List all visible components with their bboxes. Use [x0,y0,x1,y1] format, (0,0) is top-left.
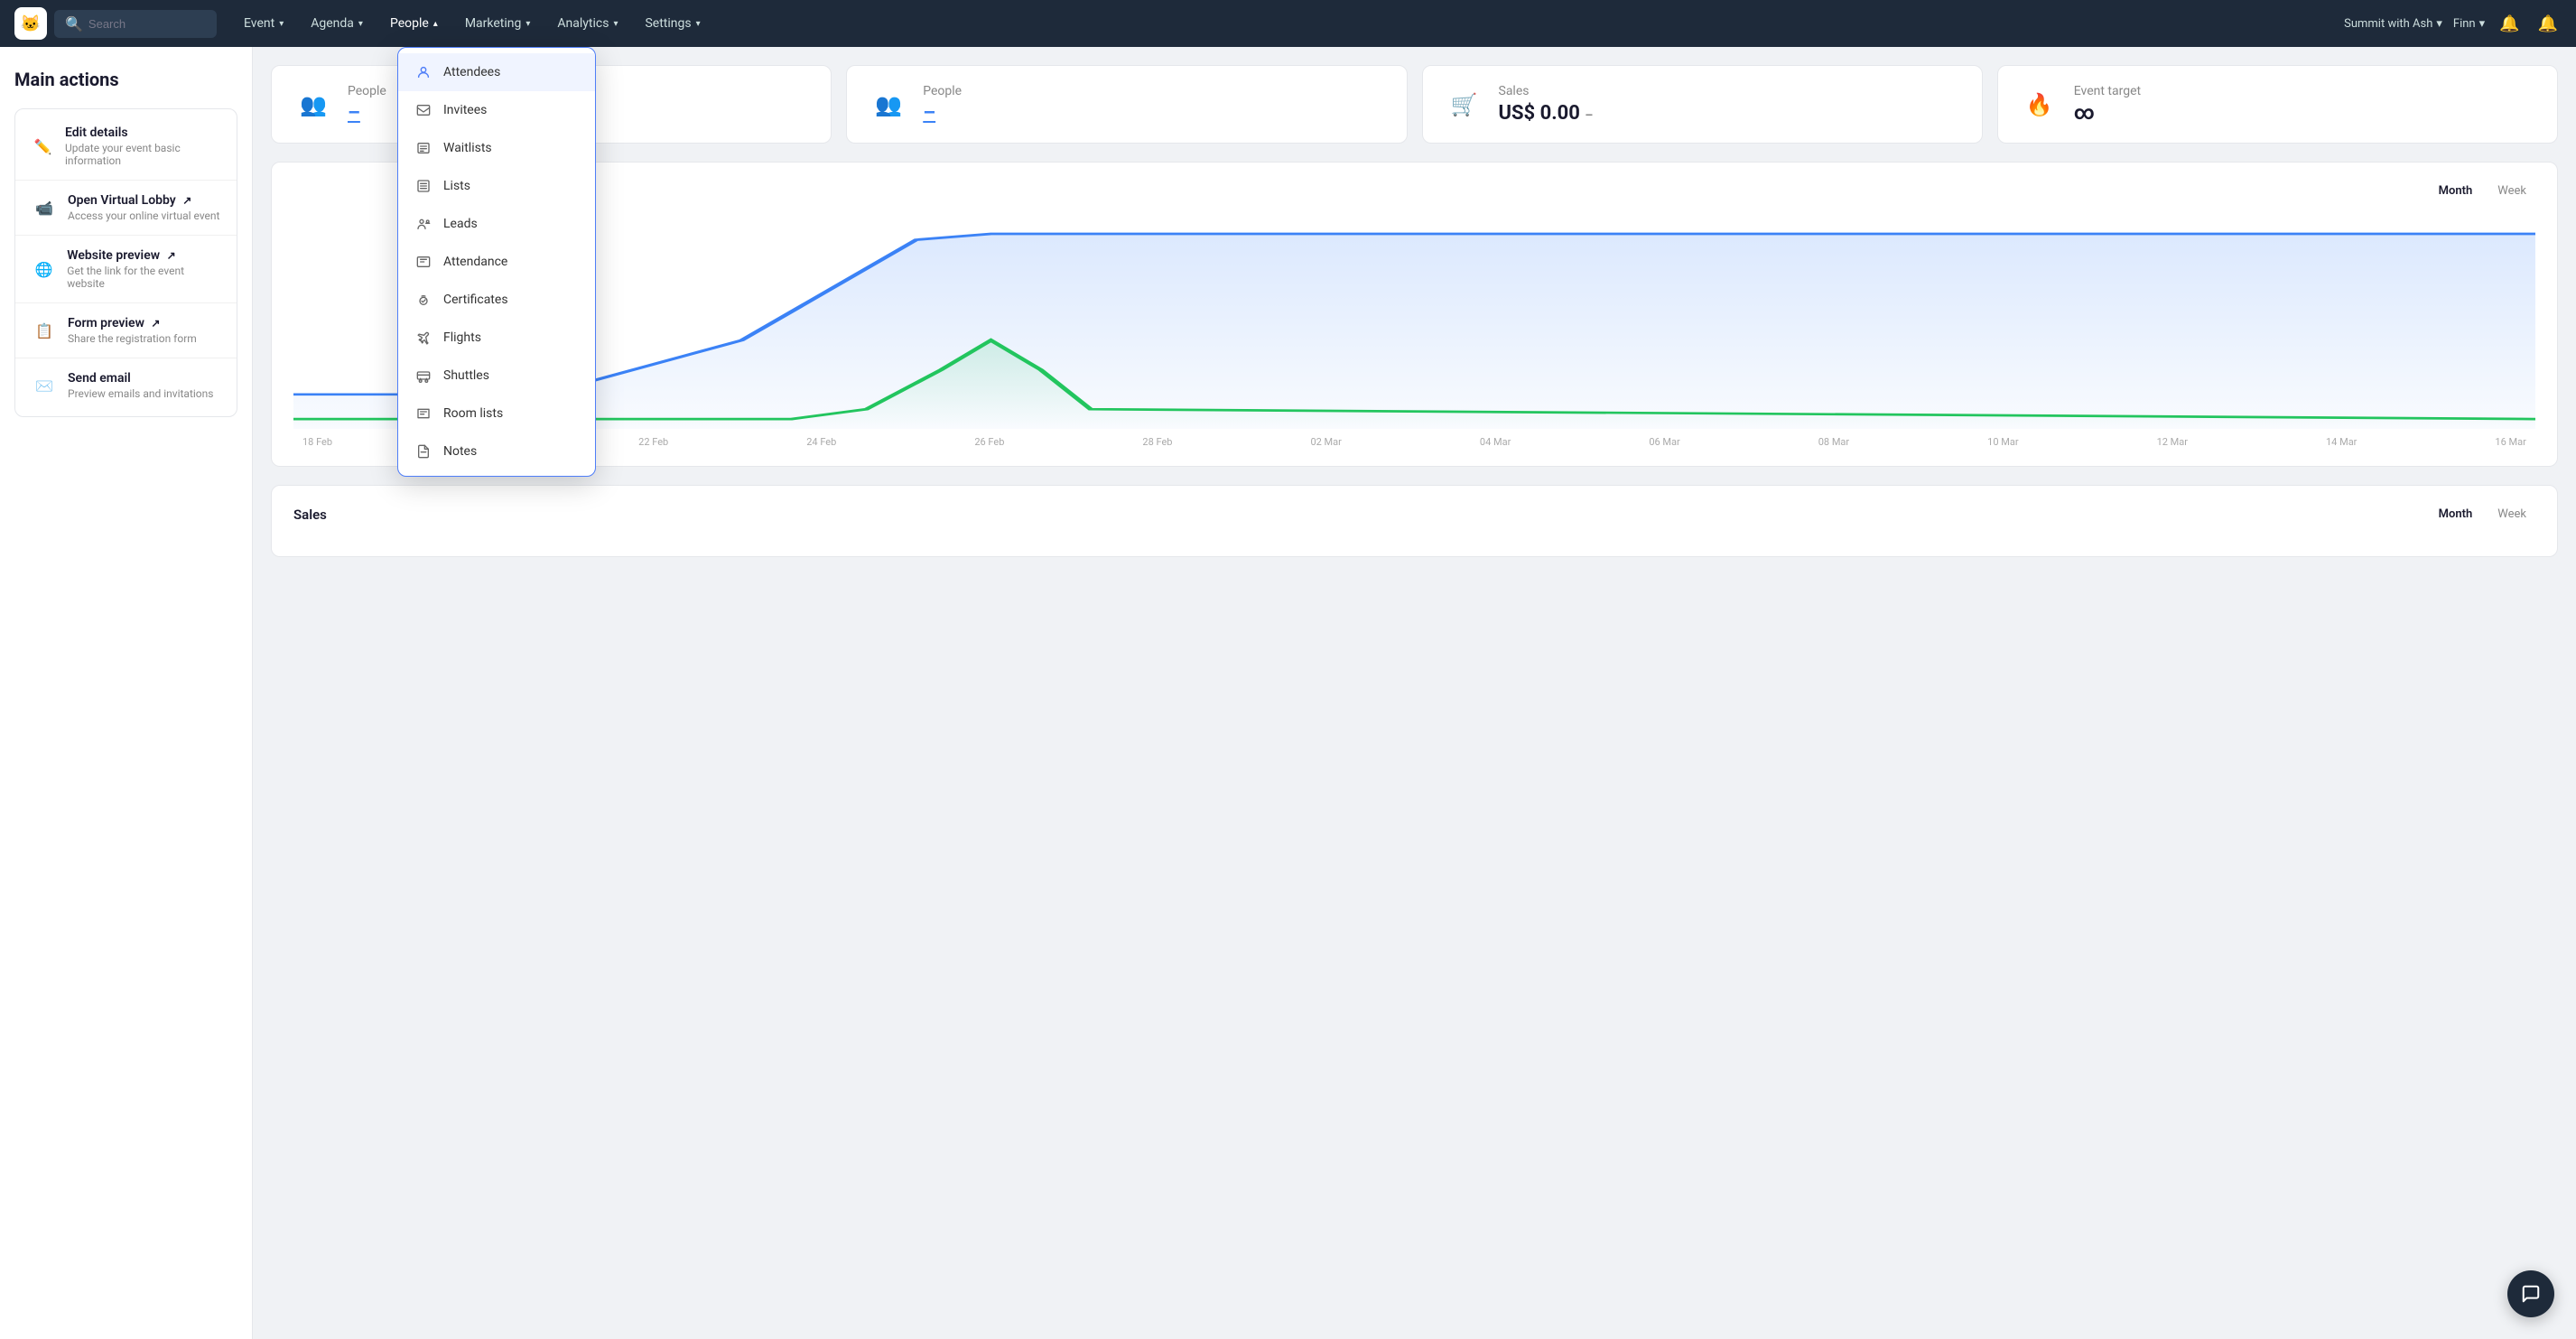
search-box[interactable]: 🔍 [54,10,217,38]
dropdown-item-attendees[interactable]: Attendees [398,53,595,91]
dropdown-item-shuttles[interactable]: Shuttles [398,357,595,395]
attendees-icon [414,63,432,81]
target-icon: 🔥 [2020,85,2060,125]
app-logo[interactable]: 🐱 [14,7,47,40]
search-input[interactable] [88,17,206,31]
leads-icon [414,215,432,233]
sales-chart-title: Sales [293,507,327,523]
nav-item-analytics[interactable]: Analytics ▾ [544,9,630,38]
sales-toggle-month[interactable]: Month [2430,504,2482,525]
people-icon: 👥 [869,85,908,125]
registrations-chart [293,212,2535,429]
nav-item-agenda[interactable]: Agenda ▾ [298,9,376,38]
sidebar-title: Main actions [14,69,237,90]
invitees-icon [414,101,432,119]
event-name-selector[interactable]: Summit with Ash ▾ [2344,17,2442,31]
chart-svg [293,212,2535,429]
sidebar-item-edit-details[interactable]: ✏️ Edit details Update your event basic … [15,113,237,181]
dropdown-item-room-lists[interactable]: Room lists [398,395,595,432]
notes-icon [414,442,432,460]
chart-header: Month Week [293,181,2535,201]
sidebar-item-form-preview[interactable]: 📋 Form preview ↗ Share the registration … [15,303,237,358]
dropdown-item-waitlists[interactable]: Waitlists [398,129,595,167]
dropdown-item-flights[interactable]: Flights [398,319,595,357]
main-actions-card: ✏️ Edit details Update your event basic … [14,108,237,417]
dropdown-item-attendance[interactable]: Attendance [398,243,595,281]
nav-right: Summit with Ash ▾ Finn ▾ 🔔 🔔 [2344,11,2562,37]
attendance-icon [414,253,432,271]
chevron-up-icon: ▴ [433,19,438,29]
video-icon: 📹 [32,195,57,220]
nav-item-settings[interactable]: Settings ▾ [632,9,712,38]
stat-card-sales: 🛒 Sales US$ 0.00 – [1422,65,1983,144]
sidebar-item-virtual-lobby[interactable]: 📹 Open Virtual Lobby ↗ Access your onlin… [15,181,237,236]
dropdown-item-leads[interactable]: Leads [398,205,595,243]
chat-button[interactable] [2507,1270,2554,1317]
stat-card-event-target: 🔥 Event target ∞ [1997,65,2558,144]
shuttles-icon [414,367,432,385]
chevron-down-icon: ▾ [279,19,284,29]
sales-chart-header: Month Week [2430,504,2535,525]
external-link-icon: ↗ [182,194,191,207]
edit-icon: ✏️ [32,134,54,159]
stats-row: 👥 People – 👥 People – 🛒 Sales US$ 0.00 – [271,65,2558,144]
nav-items: Event ▾ Agenda ▾ People ▴ Marketing ▾ An… [231,9,2337,38]
sales-chart-card: Sales Month Week [271,485,2558,557]
nav-item-marketing[interactable]: Marketing ▾ [452,9,544,38]
chevron-down-icon: ▾ [2479,17,2486,31]
flights-icon [414,329,432,347]
people-dropdown-menu: Attendees Invitees Waitlists Lists [397,47,596,477]
room-lists-icon [414,404,432,423]
search-icon: 🔍 [65,15,83,33]
chart-labels: 18 Feb 20 Feb 22 Feb 24 Feb 26 Feb 28 Fe… [293,436,2535,448]
external-link-icon: ↗ [151,317,160,330]
sidebar-item-send-email[interactable]: ✉️ Send email Preview emails and invitat… [15,358,237,413]
chevron-down-icon: ▾ [2436,17,2442,31]
registrations-chart-card: Month Week [271,162,2558,467]
top-navigation: 🐱 🔍 Event ▾ Agenda ▾ People ▴ Marketing … [0,0,2576,47]
sidebar: Main actions ✏️ Edit details Update your… [0,47,253,1339]
sales-toggle-week[interactable]: Week [2488,504,2535,525]
sidebar-item-website-preview[interactable]: 🌐 Website preview ↗ Get the link for the… [15,236,237,303]
nav-item-event[interactable]: Event ▾ [231,9,296,38]
logo-icon: 🐱 [21,14,41,33]
notification-icon[interactable]: 🔔 [2496,11,2523,37]
chevron-down-icon: ▾ [696,19,701,29]
lists-icon [414,177,432,195]
chart-toggle-month[interactable]: Month [2430,181,2482,201]
certificates-icon [414,291,432,309]
cart-icon: 🛒 [1445,85,1484,125]
dropdown-item-lists[interactable]: Lists [398,167,595,205]
dropdown-item-certificates[interactable]: Certificates [398,281,595,319]
main-content: 👥 People – 👥 People – 🛒 Sales US$ 0.00 – [253,47,2576,1339]
chevron-down-icon: ▾ [613,19,618,29]
stat-card-people2: 👥 People – [846,65,1407,144]
dropdown-item-invitees[interactable]: Invitees [398,91,595,129]
email-icon: ✉️ [32,373,57,398]
alert-icon[interactable]: 🔔 [2534,11,2562,37]
nav-item-people[interactable]: People ▴ [377,9,451,38]
chevron-down-icon: ▾ [525,19,530,29]
chart-toggle-week[interactable]: Week [2488,181,2535,201]
waitlists-icon [414,139,432,157]
page-layout: Main actions ✏️ Edit details Update your… [0,47,2576,1339]
people-icon: 👥 [293,85,333,125]
external-link-icon: ↗ [167,249,176,262]
globe-icon: 🌐 [32,256,56,282]
user-profile[interactable]: Finn ▾ [2453,17,2485,31]
chevron-down-icon: ▾ [358,19,363,29]
clipboard-icon: 📋 [32,318,57,343]
dropdown-item-notes[interactable]: Notes [398,432,595,470]
